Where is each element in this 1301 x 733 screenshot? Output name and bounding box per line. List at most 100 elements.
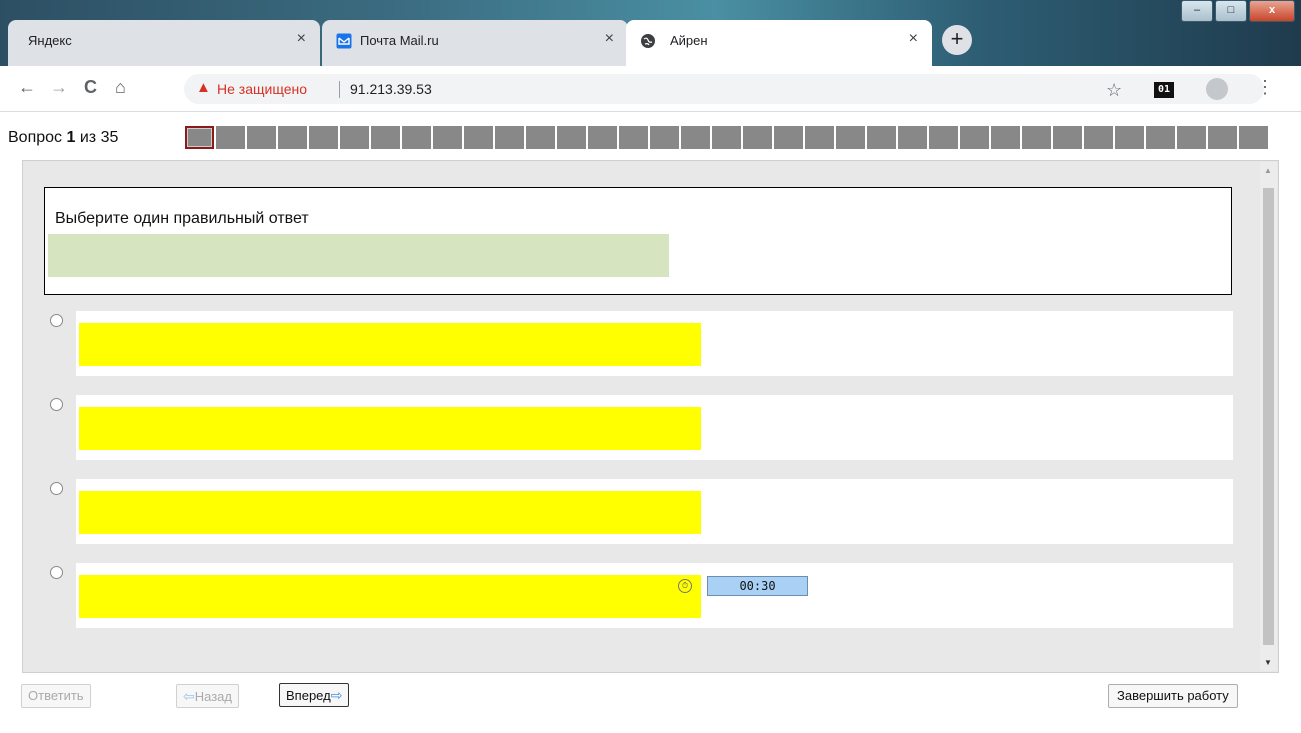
- question-nav-cell[interactable]: [526, 126, 555, 149]
- menu-icon[interactable]: ⋮: [1256, 77, 1274, 98]
- answer-option-1[interactable]: [76, 311, 1233, 376]
- question-nav-cell[interactable]: [340, 126, 369, 149]
- question-nav-cell[interactable]: [774, 126, 803, 149]
- back-button[interactable]: ⇦Назад: [176, 684, 239, 708]
- browser-toolbar: ← → C ⌂ ▲ Не защищено 91.213.39.53 ☆ 01 …: [0, 66, 1301, 112]
- question-nav-cell[interactable]: [1115, 126, 1144, 149]
- tab-close-icon[interactable]: ×: [909, 30, 918, 48]
- browser-titlebar: Яндекс × Почта Mail.ru × Айрен × + – □ x: [0, 0, 1301, 66]
- question-nav-cell[interactable]: [185, 126, 214, 149]
- test-page: Вопрос 1 из 35 Выберите один правильный …: [0, 112, 1301, 733]
- question-nav-cell[interactable]: [898, 126, 927, 149]
- url-text[interactable]: 91.213.39.53: [350, 81, 432, 97]
- answer-option-4[interactable]: [76, 563, 1233, 628]
- forward-button-label: Вперед: [286, 688, 331, 703]
- arrow-right-icon: ⇨: [330, 687, 343, 703]
- answer-radio-1[interactable]: [50, 314, 63, 327]
- tab-title: Почта Mail.ru: [360, 33, 439, 48]
- question-nav-cell[interactable]: [650, 126, 679, 149]
- question-nav-cell[interactable]: [681, 126, 710, 149]
- panel-scrollbar[interactable]: ▲ ▼: [1260, 162, 1277, 671]
- question-total: 35: [100, 129, 119, 146]
- question-box: Выберите один правильный ответ: [44, 187, 1232, 295]
- answer-option-2[interactable]: [76, 395, 1233, 460]
- question-nav-cell[interactable]: [1208, 126, 1237, 149]
- question-nav-cell[interactable]: [464, 126, 493, 149]
- question-navigator: [185, 126, 1268, 149]
- question-nav-cell[interactable]: [867, 126, 896, 149]
- arrow-left-icon: ⇦: [183, 688, 195, 704]
- finish-button[interactable]: Завершить работу: [1108, 684, 1238, 708]
- new-tab-button[interactable]: +: [942, 25, 972, 55]
- address-bar[interactable]: ▲ Не защищено 91.213.39.53: [184, 74, 1264, 104]
- minimize-button[interactable]: –: [1181, 0, 1213, 22]
- timer-display: 00:30: [707, 576, 808, 596]
- answer-content-image: [79, 323, 701, 366]
- question-nav-cell[interactable]: [371, 126, 400, 149]
- back-icon[interactable]: ←: [18, 77, 36, 98]
- question-nav-cell[interactable]: [1084, 126, 1113, 149]
- back-button-label: Назад: [194, 689, 232, 704]
- question-prompt: Выберите один правильный ответ: [55, 210, 309, 227]
- tab-mail[interactable]: Почта Mail.ru ×: [322, 20, 628, 66]
- question-nav-cell[interactable]: [495, 126, 524, 149]
- question-nav-cell[interactable]: [805, 126, 834, 149]
- question-nav-cell[interactable]: [278, 126, 307, 149]
- answer-radio-3[interactable]: [50, 482, 63, 495]
- question-nav-cell[interactable]: [1022, 126, 1051, 149]
- extension-icon[interactable]: 01: [1154, 82, 1174, 98]
- question-nav-cell[interactable]: [712, 126, 741, 149]
- answer-option-3[interactable]: [76, 479, 1233, 544]
- question-of: из: [79, 129, 97, 146]
- forward-button[interactable]: Вперед⇨: [279, 683, 350, 707]
- question-counter: Вопрос 1 из 35: [8, 129, 118, 147]
- tab-airen[interactable]: Айрен ×: [626, 20, 932, 66]
- mail-icon: [336, 33, 352, 49]
- question-nav-cell[interactable]: [1239, 126, 1268, 149]
- question-prefix: Вопрос: [8, 129, 63, 146]
- question-nav-cell[interactable]: [619, 126, 648, 149]
- question-nav-cell[interactable]: [991, 126, 1020, 149]
- reload-icon[interactable]: C: [84, 77, 97, 98]
- forward-icon[interactable]: →: [50, 77, 68, 98]
- question-nav-cell[interactable]: [247, 126, 276, 149]
- tab-yandex[interactable]: Яндекс ×: [8, 20, 320, 66]
- tab-title: Яндекс: [28, 33, 72, 48]
- tab-close-icon[interactable]: ×: [297, 30, 306, 48]
- question-nav-cell[interactable]: [743, 126, 772, 149]
- question-nav-cell[interactable]: [836, 126, 865, 149]
- answer-radio-4[interactable]: [50, 566, 63, 579]
- scroll-down-icon[interactable]: ▼: [1264, 658, 1272, 667]
- question-nav-cell[interactable]: [402, 126, 431, 149]
- address-separator: [339, 81, 340, 98]
- tab-close-icon[interactable]: ×: [605, 30, 614, 48]
- answer-button[interactable]: Ответить: [21, 684, 91, 708]
- question-nav-cell[interactable]: [309, 126, 338, 149]
- answer-radio-2[interactable]: [50, 398, 63, 411]
- scrollbar-thumb[interactable]: [1263, 188, 1274, 645]
- question-nav-cell[interactable]: [1177, 126, 1206, 149]
- security-label[interactable]: Не защищено: [217, 81, 307, 97]
- answer-content-image: [79, 491, 701, 534]
- close-window-button[interactable]: x: [1249, 0, 1295, 22]
- scroll-up-icon[interactable]: ▲: [1264, 166, 1272, 175]
- question-nav-cell[interactable]: [1053, 126, 1082, 149]
- question-nav-cell[interactable]: [929, 126, 958, 149]
- question-nav-cell[interactable]: [216, 126, 245, 149]
- question-number: 1: [66, 129, 76, 146]
- question-nav-cell[interactable]: [1146, 126, 1175, 149]
- globe-icon: [641, 34, 655, 48]
- question-content-image: [48, 234, 669, 277]
- maximize-button[interactable]: □: [1215, 0, 1247, 22]
- question-nav-cell[interactable]: [960, 126, 989, 149]
- home-icon[interactable]: ⌂: [115, 77, 126, 98]
- question-nav-cell[interactable]: [588, 126, 617, 149]
- question-nav-cell[interactable]: [557, 126, 586, 149]
- answer-content-image: [79, 575, 701, 618]
- warning-icon: ▲: [196, 79, 211, 96]
- clock-icon: ⏱: [678, 579, 692, 593]
- tab-title: Айрен: [670, 33, 708, 48]
- question-nav-cell[interactable]: [433, 126, 462, 149]
- profile-avatar-icon[interactable]: [1206, 78, 1228, 100]
- bookmark-star-icon[interactable]: ☆: [1106, 80, 1122, 101]
